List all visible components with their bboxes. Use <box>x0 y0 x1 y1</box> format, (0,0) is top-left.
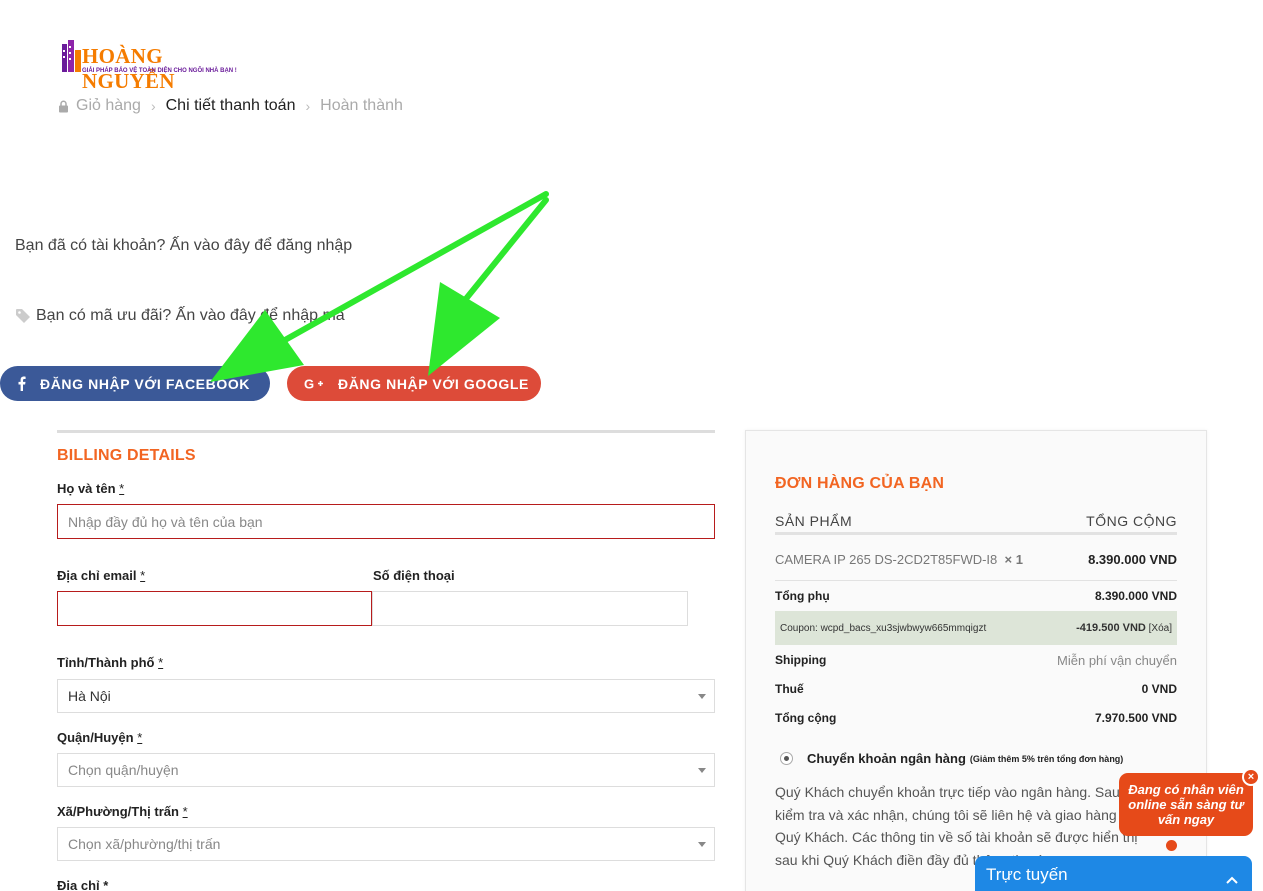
address-label: Địa chỉ * <box>57 878 109 891</box>
coupon-notice-text: Bạn có mã ưu đãi? Ấn vào đây để nhập mã <box>36 307 345 324</box>
chevron-down-icon <box>698 842 706 847</box>
arrow-to-facebook-icon <box>210 191 549 382</box>
tax-row: Thuế 0 VND <box>775 675 1177 703</box>
subtotal-label: Tổng phụ <box>775 589 830 603</box>
coupon-label: Coupon: wcpd_bacs_xu3sjwbwyw665mmqigzt <box>780 622 987 634</box>
city-select-value: Hà Nội <box>68 688 111 704</box>
subtotal-row: Tổng phụ 8.390.000 VND <box>775 581 1177 611</box>
breadcrumb-cart[interactable]: Giỏ hàng <box>76 97 141 115</box>
login-notice-link[interactable]: Bạn đã có tài khoản? Ấn vào đây để đăng … <box>15 237 352 255</box>
tax-label: Thuế <box>775 682 804 696</box>
breadcrumb-separator: › <box>150 98 156 114</box>
lock-icon <box>58 100 69 113</box>
shipping-row: Shipping Miễn phí vận chuyển <box>775 645 1177 675</box>
coupon-row: Coupon: wcpd_bacs_xu3sjwbwyw665mmqigzt -… <box>775 611 1177 645</box>
total-label: Tổng cộng <box>775 711 837 725</box>
live-chat-bar[interactable]: Trực tuyến <box>975 856 1252 891</box>
col-product-header: SẢN PHẨM <box>775 512 853 529</box>
breadcrumb-complete: Hoàn thành <box>320 97 403 114</box>
chat-pointer-dot <box>1166 840 1177 851</box>
google-login-label: ĐĂNG NHẬP VỚI GOOGLE <box>338 375 529 392</box>
total-value: 7.970.500 VND <box>1094 711 1177 725</box>
payment-method-bank-transfer[interactable]: Chuyển khoản ngân hàng (Giảm thêm 5% trê… <box>780 751 1123 766</box>
coupon-notice[interactable]: Bạn có mã ưu đãi? Ấn vào đây để nhập mã <box>15 307 345 325</box>
brand-tagline: GIẢI PHÁP BẢO VỆ TOÀN DIỆN CHO NGÔI NHÀ … <box>82 68 237 74</box>
order-table-header: SẢN PHẨM TỔNG CỘNG <box>775 509 1177 535</box>
fullname-label: Họ và tên * <box>57 481 125 496</box>
ward-select[interactable]: Chọn xã/phường/thị trấn <box>57 827 715 861</box>
chevron-up-icon[interactable] <box>1226 869 1238 889</box>
checkout-breadcrumb: Giỏ hàng › Chi tiết thanh toán › Hoàn th… <box>58 97 403 115</box>
phone-input[interactable] <box>372 591 688 626</box>
email-input[interactable] <box>57 591 372 626</box>
district-select-value: Chọn quận/huyện <box>68 762 179 778</box>
chevron-down-icon <box>698 694 706 699</box>
coupon-amount: -419.500 VND [Xóa] <box>1076 622 1172 634</box>
shipping-label: Shipping <box>775 653 827 667</box>
building-logo-icon <box>62 40 81 72</box>
fullname-input[interactable]: Nhập đầy đủ họ và tên của bạn <box>57 504 715 539</box>
district-select[interactable]: Chọn quận/huyện <box>57 753 715 787</box>
chat-promo-bubble[interactable]: Đang có nhân viên online sẵn sàng tư vấn… <box>1119 773 1253 836</box>
tax-value: 0 VND <box>1141 682 1177 696</box>
phone-label: Số điện thoại <box>373 568 455 583</box>
order-total-row: Tổng cộng 7.970.500 VND <box>775 703 1177 733</box>
city-select[interactable]: Hà Nội <box>57 679 715 713</box>
facebook-login-button[interactable]: ĐĂNG NHẬP VỚI FACEBOOK <box>0 366 270 401</box>
tag-icon <box>15 308 32 324</box>
site-logo[interactable]: HOÀNG NGUYỄN GIẢI PHÁP BẢO VỆ TOÀN DIỆN … <box>60 38 260 93</box>
product-qty: × 1 <box>1004 552 1023 567</box>
city-label: Tỉnh/Thành phố * <box>57 655 164 670</box>
ward-select-value: Chọn xã/phường/thị trấn <box>68 836 221 852</box>
breadcrumb-checkout[interactable]: Chi tiết thanh toán <box>166 97 296 115</box>
subtotal-value: 8.390.000 VND <box>1094 589 1177 603</box>
payment-note: (Giảm thêm 5% trên tổng đơn hàng) <box>969 753 1124 764</box>
coupon-remove-link[interactable]: [Xóa] <box>1149 623 1172 634</box>
col-total-header: TỔNG CỘNG <box>1086 512 1177 529</box>
order-product-row: CAMERA IP 265 DS-2CD2T85FWD-I8 × 1 8.390… <box>775 539 1177 581</box>
breadcrumb-separator: › <box>305 98 311 114</box>
payment-label: Chuyển khoản ngân hàng <box>807 751 966 766</box>
shipping-value: Miễn phí vận chuyển <box>1057 652 1177 668</box>
google-login-button[interactable]: G ĐĂNG NHẬP VỚI GOOGLE <box>287 366 541 401</box>
svg-text:G: G <box>304 377 315 390</box>
close-icon[interactable]: × <box>1242 768 1260 786</box>
arrow-to-google-icon <box>428 197 549 376</box>
billing-title: BILLING DETAILS <box>57 447 196 464</box>
order-title: ĐƠN HÀNG CỦA BẠN <box>775 475 945 492</box>
district-label: Quận/Huyện * <box>57 730 143 745</box>
email-label: Địa chỉ email * <box>57 568 146 583</box>
chevron-down-icon <box>698 768 706 773</box>
section-divider <box>57 430 715 433</box>
billing-details-section: BILLING DETAILS <box>57 430 715 465</box>
product-name: CAMERA IP 265 DS-2CD2T85FWD-I8 × 1 <box>775 552 1023 567</box>
ward-label: Xã/Phường/Thị trấn * <box>57 804 188 819</box>
payment-radio[interactable] <box>780 752 793 765</box>
facebook-icon <box>17 376 26 391</box>
chat-bar-label: Trực tuyến <box>986 865 1068 884</box>
facebook-login-label: ĐĂNG NHẬP VỚI FACEBOOK <box>40 375 251 392</box>
product-price: 8.390.000 VND <box>1088 552 1177 567</box>
google-plus-icon: G <box>304 377 324 390</box>
